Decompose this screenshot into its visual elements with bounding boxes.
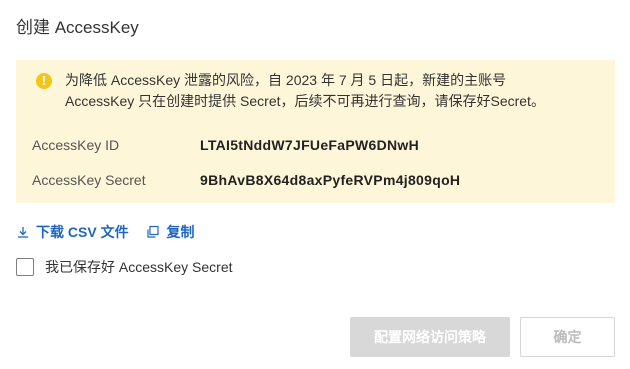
create-accesskey-dialog: 创建 AccessKey ! 为降低 AccessKey 泄露的风险，自 202… xyxy=(0,0,630,369)
accesskey-id-value: LTAI5tNddW7JFUeFaPW6DNwH xyxy=(200,137,420,153)
accesskey-id-label: AccessKey ID xyxy=(32,137,120,153)
saved-secret-checkbox[interactable] xyxy=(16,258,34,276)
accesskey-id-row: AccessKey ID LTAI5tNddW7JFUeFaPW6DNwH xyxy=(32,134,592,156)
download-icon xyxy=(16,225,30,239)
dialog-title: 创建 AccessKey xyxy=(16,18,139,37)
warning-icon: ! xyxy=(36,73,52,89)
saved-secret-checkbox-row[interactable]: 我已保存好 AccessKey Secret xyxy=(16,257,233,277)
configure-network-policy-button[interactable]: 配置网络访问策略 xyxy=(350,317,510,357)
notice-message: 为降低 AccessKey 泄露的风险，自 2023 年 7 月 5 日起，新建… xyxy=(65,70,605,112)
accesskey-notice-panel: ! 为降低 AccessKey 泄露的风险，自 2023 年 7 月 5 日起，… xyxy=(16,60,615,203)
notice-line-2: AccessKey 只在创建时提供 Secret，后续不可再进行查询，请保存好S… xyxy=(65,93,545,109)
ok-button[interactable]: 确定 xyxy=(520,317,615,357)
saved-secret-checkbox-label: 我已保存好 AccessKey Secret xyxy=(45,259,233,275)
copy-link[interactable]: 复制 xyxy=(146,221,194,243)
download-csv-link[interactable]: 下载 CSV 文件 xyxy=(16,221,129,243)
download-csv-label: 下载 CSV 文件 xyxy=(36,224,129,240)
copy-icon xyxy=(146,225,160,239)
copy-label: 复制 xyxy=(166,224,195,240)
notice-line-1: 为降低 AccessKey 泄露的风险，自 2023 年 7 月 5 日起，新建… xyxy=(65,72,507,88)
key-actions: 下载 CSV 文件 复制 xyxy=(16,221,208,243)
accesskey-secret-value: 9BhAvB8X64d8axPyfeRVPm4j809qoH xyxy=(200,172,461,188)
accesskey-secret-row: AccessKey Secret 9BhAvB8X64d8axPyfeRVPm4… xyxy=(32,169,592,191)
accesskey-secret-label: AccessKey Secret xyxy=(32,172,146,188)
